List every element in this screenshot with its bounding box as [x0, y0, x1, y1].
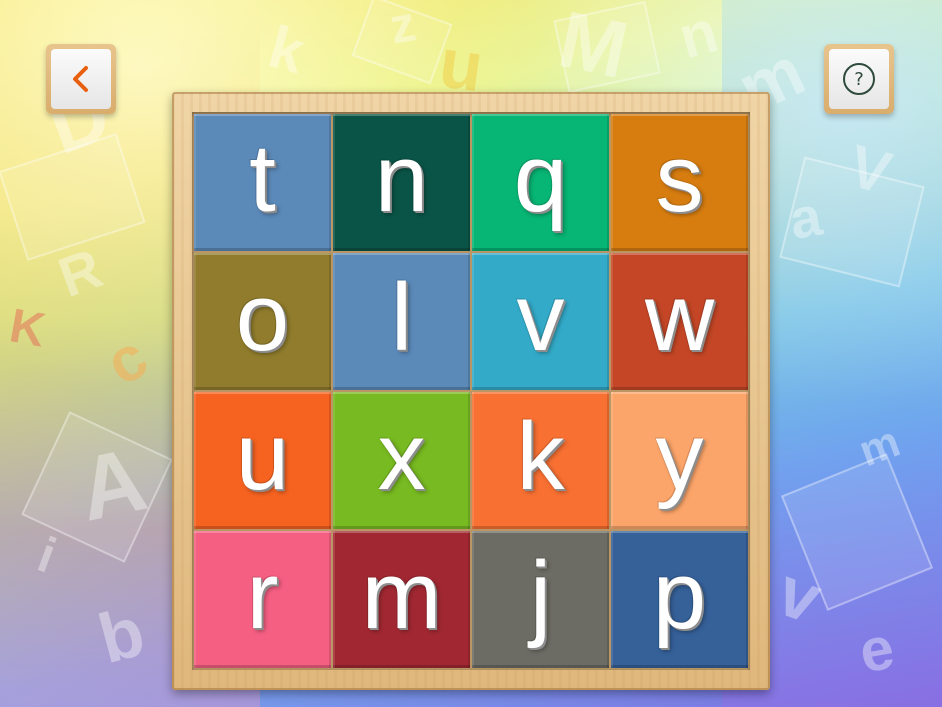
- letter-tile[interactable]: j: [472, 531, 609, 668]
- background-letter: k: [262, 12, 312, 87]
- tile-letter: o: [235, 263, 290, 371]
- letter-tile[interactable]: t: [194, 114, 331, 251]
- help-button[interactable]: ?: [824, 44, 894, 114]
- tile-letter: j: [529, 541, 552, 649]
- tile-letter: s: [655, 124, 704, 232]
- letter-tile[interactable]: l: [333, 253, 470, 390]
- tile-letter: x: [377, 402, 426, 510]
- background-facet: [351, 0, 453, 85]
- tile-letter: q: [513, 124, 568, 232]
- chevron-left-icon: [73, 66, 88, 92]
- letter-grid: t n q s o l v w u x k y r m j p: [194, 114, 748, 668]
- tile-letter: y: [655, 402, 704, 510]
- background-facet: [553, 1, 661, 93]
- question-mark-icon: ?: [843, 63, 875, 95]
- tile-letter: p: [652, 541, 707, 649]
- letter-tile[interactable]: n: [333, 114, 470, 251]
- letter-tile[interactable]: v: [472, 253, 609, 390]
- tile-letter: u: [235, 402, 290, 510]
- letter-tile[interactable]: x: [333, 392, 470, 529]
- tile-letter: r: [246, 541, 279, 649]
- letter-tile[interactable]: y: [611, 392, 748, 529]
- help-button-face[interactable]: ?: [829, 49, 889, 109]
- tile-letter: t: [249, 124, 276, 232]
- letter-tile[interactable]: u: [194, 392, 331, 529]
- letter-tile[interactable]: m: [333, 531, 470, 668]
- letter-tile[interactable]: p: [611, 531, 748, 668]
- background-letter: n: [671, 0, 725, 72]
- help-glyph: ?: [854, 68, 864, 90]
- tile-letter: v: [516, 263, 565, 371]
- letter-tile[interactable]: o: [194, 253, 331, 390]
- back-button-face[interactable]: [51, 49, 111, 109]
- background-letter: z: [385, 0, 420, 55]
- letter-board-frame: t n q s o l v w u x k y r m j p: [172, 92, 770, 690]
- background-letter: M: [551, 0, 636, 95]
- tile-letter: l: [390, 263, 413, 371]
- letter-tile[interactable]: s: [611, 114, 748, 251]
- letter-tile[interactable]: q: [472, 114, 609, 251]
- letter-board: t n q s o l v w u x k y r m j p: [192, 112, 750, 670]
- back-button[interactable]: [46, 44, 116, 114]
- tile-letter: w: [644, 263, 715, 371]
- tile-letter: m: [361, 541, 442, 649]
- letter-tile[interactable]: r: [194, 531, 331, 668]
- tile-letter: k: [516, 402, 565, 510]
- tile-letter: n: [374, 124, 429, 232]
- letter-tile[interactable]: w: [611, 253, 748, 390]
- letter-tile[interactable]: k: [472, 392, 609, 529]
